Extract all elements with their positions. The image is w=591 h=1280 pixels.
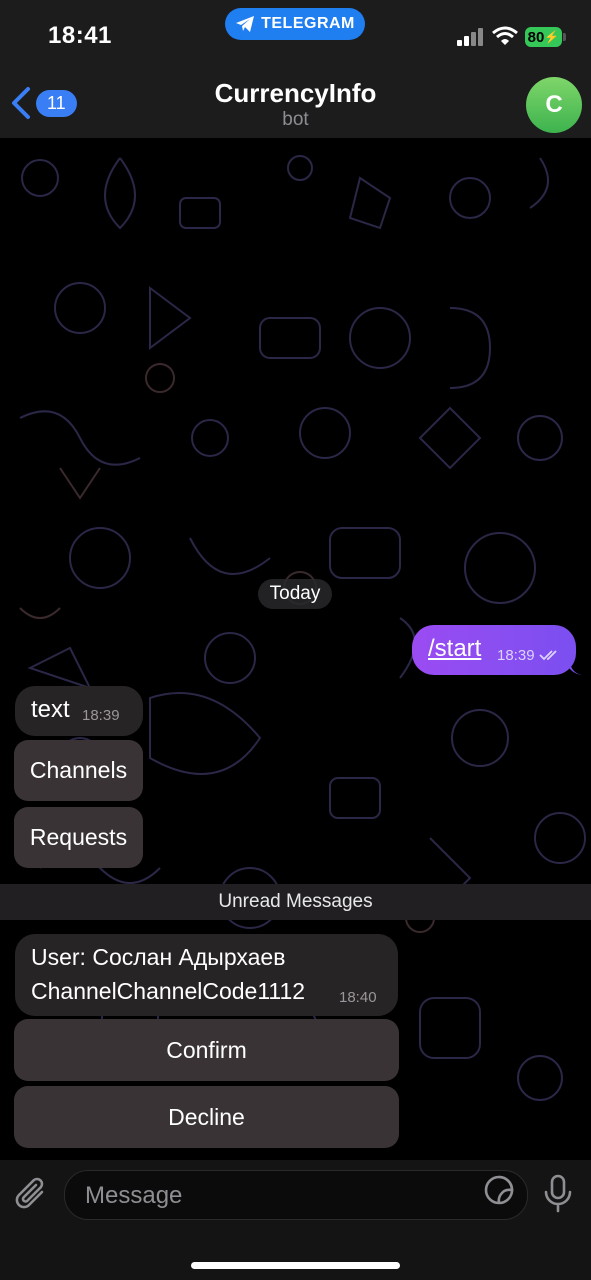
chat-subtitle: bot	[282, 109, 309, 130]
double-check-icon	[539, 650, 557, 661]
incoming-message-time: 18:40	[339, 989, 377, 1006]
keyboard-button-channels[interactable]: Channels	[14, 740, 143, 801]
keyboard-button-decline[interactable]: Decline	[14, 1086, 399, 1148]
incoming-message[interactable]: text 18:39	[15, 686, 143, 736]
battery-tip	[563, 33, 566, 41]
outgoing-message-text[interactable]: /start	[428, 635, 481, 663]
telegram-pill[interactable]: TELEGRAM	[225, 8, 365, 40]
incoming-message-time: 18:39	[82, 707, 120, 724]
chat-title[interactable]: CurrencyInfo	[0, 78, 591, 109]
bubble-tail-out	[566, 659, 582, 675]
battery-indicator: 80 ⚡	[525, 27, 562, 47]
keyboard-button-requests[interactable]: Requests	[14, 807, 143, 868]
sticker-icon[interactable]	[483, 1174, 515, 1206]
incoming-message[interactable]: User: Сослан Адырхаев ChannelChannelCode…	[15, 934, 398, 1016]
incoming-message-line2: ChannelChannelCode1112	[31, 978, 306, 1004]
wifi-icon	[492, 26, 518, 45]
outgoing-message-meta: 18:39	[497, 647, 561, 664]
message-input-placeholder: Message	[85, 1182, 183, 1209]
paperclip-icon[interactable]	[14, 1174, 50, 1214]
microphone-icon[interactable]	[541, 1174, 575, 1214]
message-input[interactable]: Message	[64, 1170, 528, 1220]
date-divider-label: Today	[269, 583, 321, 604]
telegram-icon	[236, 16, 255, 32]
outgoing-message-time: 18:39	[497, 647, 535, 664]
home-indicator[interactable]	[191, 1262, 400, 1269]
outgoing-message[interactable]: /start 18:39	[412, 625, 576, 675]
date-divider: Today	[258, 579, 332, 609]
unread-messages-divider: Unread Messages	[0, 884, 591, 920]
chat-header: 11 CurrencyInfo bot C	[0, 68, 591, 138]
unread-divider-label: Unread Messages	[218, 891, 373, 912]
status-bar: 18:41 TELEGRAM 80 ⚡	[0, 0, 591, 68]
incoming-message-text: text	[31, 696, 70, 723]
cellular-signal-icon	[457, 28, 483, 46]
avatar-letter: C	[545, 91, 563, 118]
charging-bolt-icon: ⚡	[544, 30, 560, 44]
telegram-pill-label: TELEGRAM	[261, 15, 355, 32]
keyboard-button-confirm[interactable]: Confirm	[14, 1019, 399, 1081]
incoming-message-line1: User: Сослан Адырхаев	[31, 944, 286, 970]
avatar[interactable]: C	[526, 77, 582, 133]
battery-level: 80	[527, 28, 545, 46]
status-time: 18:41	[48, 22, 112, 49]
